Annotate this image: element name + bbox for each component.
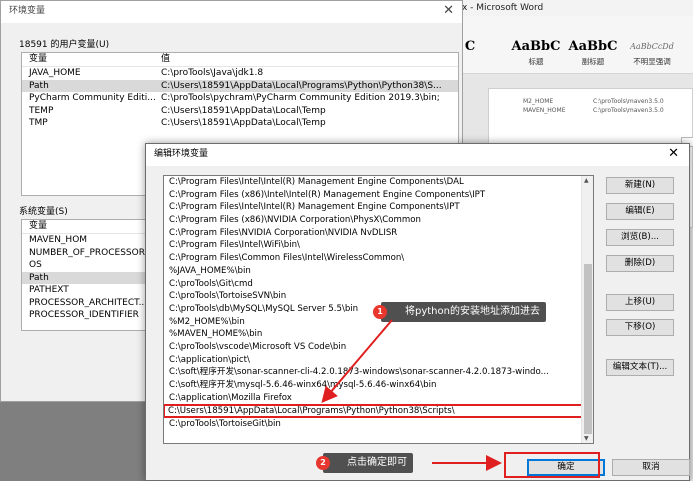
path-item[interactable]: C:\proTools\TortoiseGit\bin xyxy=(164,418,593,431)
list-item[interactable]: MAVEN_HOM xyxy=(22,234,150,247)
list-header: 变量值 xyxy=(22,53,458,67)
list-item-selected[interactable]: Path C:\Users\18591\AppData\Local\Program… xyxy=(22,79,458,92)
user-vars-label: 18591 的用户变量(U) xyxy=(19,40,110,50)
list-item[interactable]: TEMP C:\Users\18591\AppData\Local\Temp xyxy=(22,105,458,118)
path-item[interactable]: %JAVA_HOME%\bin xyxy=(164,265,593,278)
list-item[interactable]: OS xyxy=(22,259,150,272)
cancel-button[interactable]: 取消 xyxy=(612,459,690,476)
system-vars-label: 系统变量(S) xyxy=(19,207,68,217)
path-item-selected[interactable]: C:\Users\18591\AppData\Local\Programs\Py… xyxy=(164,404,592,419)
list-item[interactable]: PROCESSOR_ARCHITECT... xyxy=(22,297,150,310)
edit-button[interactable]: 编辑(E) xyxy=(606,203,674,220)
step2-badge: 2 xyxy=(316,456,330,470)
env-dialog-title: 环境变量 xyxy=(1,1,462,23)
path-item[interactable]: C:\application\Mozilla Firefox xyxy=(164,392,593,405)
delete-button[interactable]: 删除(D) xyxy=(606,255,674,272)
path-item[interactable]: C:\proTools\vscode\Microsoft VS Code\bin xyxy=(164,341,593,354)
step1-callout: 将python的安装地址添加进去 xyxy=(381,302,546,322)
path-item[interactable]: C:\proTools\TortoiseSVN\bin xyxy=(164,290,593,303)
system-vars-list[interactable]: 变量 MAVEN_HOM NUMBER_OF_PROCESSOR OS Path… xyxy=(21,219,151,331)
path-item[interactable]: C:\proTools\Git\cmd xyxy=(164,278,593,291)
step2-callout: 点击确定即可 xyxy=(323,453,413,473)
list-item[interactable]: TMP C:\Users\18591\AppData\Local\Temp xyxy=(22,117,458,130)
doc-row: MAVEN_HOME C:\proTools\maven3.5.0 xyxy=(523,107,664,114)
list-item[interactable]: PROCESSOR_IDENTIFIER xyxy=(22,309,150,322)
path-item[interactable]: C:\Program Files\NVIDIA Corporation\NVID… xyxy=(164,227,593,240)
doc-row: M2_HOME C:\proTools\maven3.5.0 xyxy=(523,98,664,105)
path-item[interactable]: C:\Program Files\Intel\Intel(R) Manageme… xyxy=(164,176,593,189)
word-ribbon: C AaBbC 标题 AaBbC 副标题 AaBbCcDd 不明显强调 xyxy=(458,16,693,74)
ok-highlight-box xyxy=(504,452,600,478)
scroll-down-icon[interactable]: ▼ xyxy=(584,435,589,442)
style-subtle-emphasis[interactable]: AaBbCcDd 不明显强调 xyxy=(622,38,682,74)
step1-badge: 1 xyxy=(373,305,387,319)
move-down-button[interactable]: 下移(O) xyxy=(606,319,674,336)
list-item[interactable]: NUMBER_OF_PROCESSOR xyxy=(22,247,150,260)
list-header: 变量 xyxy=(22,220,150,234)
path-item[interactable]: C:\Program Files\Common Files\Intel\Wire… xyxy=(164,252,593,265)
edit-text-button[interactable]: 编辑文本(T)... xyxy=(606,359,674,376)
style-partial[interactable]: C xyxy=(460,38,480,74)
list-item[interactable]: PyCharm Community Editi... C:\proTools\py… xyxy=(22,92,458,105)
word-title: x - Microsoft Word xyxy=(458,0,693,16)
doc-table: M2_HOME C:\proTools\maven3.5.0 MAVEN_HOME… xyxy=(523,97,664,115)
path-item[interactable]: %MAVEN_HOME%\bin xyxy=(164,328,593,341)
path-item[interactable]: C:\Program Files (x86)\NVIDIA Corporatio… xyxy=(164,214,593,227)
path-item[interactable]: C:\soft\程序开发\sonar-scanner-cli-4.2.0.187… xyxy=(164,366,593,379)
list-item-selected[interactable]: Path xyxy=(22,271,150,284)
scrollbar-thumb[interactable] xyxy=(584,264,592,434)
browse-button[interactable]: 浏览(B)... xyxy=(606,229,674,246)
path-item[interactable]: C:\soft\程序开发\mysql-5.6.46-winx64\mysql-5… xyxy=(164,379,593,392)
path-item[interactable]: C:\Program Files (x86)\Intel\Intel(R) Ma… xyxy=(164,189,593,202)
vertical-scrollbar[interactable]: ▲ ▼ xyxy=(581,176,593,443)
path-item[interactable]: C:\Program Files\Intel\Intel(R) Manageme… xyxy=(164,201,593,214)
close-icon[interactable]: ✕ xyxy=(443,4,454,18)
move-up-button[interactable]: 上移(U) xyxy=(606,294,674,311)
list-item[interactable]: PATHEXT xyxy=(22,284,150,297)
edit-dialog-title: 编辑环境变量 xyxy=(146,144,689,166)
scroll-up-icon[interactable]: ▲ xyxy=(584,177,589,184)
style-subtitle[interactable]: AaBbC 副标题 xyxy=(564,38,622,74)
style-title[interactable]: AaBbC 标题 xyxy=(508,38,564,74)
new-button[interactable]: 新建(N) xyxy=(606,177,674,194)
path-item[interactable]: C:\application\pict\ xyxy=(164,354,593,367)
path-item[interactable]: C:\Program Files\Intel\WiFi\bin\ xyxy=(164,239,593,252)
close-icon[interactable]: ✕ xyxy=(668,147,679,161)
list-item[interactable]: JAVA_HOME C:\proTools\Java\jdk1.8 xyxy=(22,67,458,80)
